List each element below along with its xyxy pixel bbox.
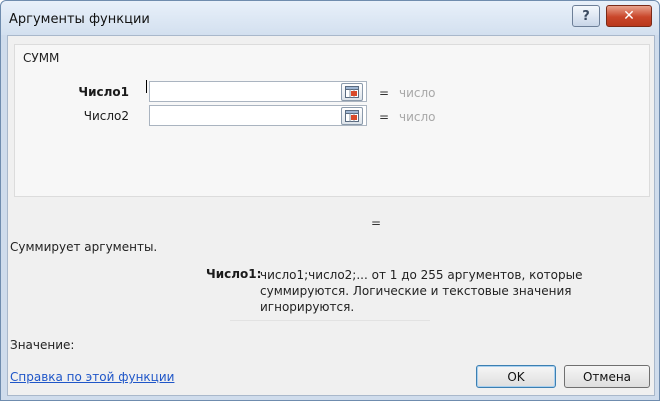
formula-result-equals: = [371, 216, 382, 230]
range-select-icon [345, 110, 359, 122]
function-description: Суммирует аргументы. [10, 240, 158, 254]
arg2-result-hint: число [399, 110, 436, 124]
divider [230, 320, 430, 321]
dialog-body: СУММ Число1 = число Число2 = число = Сум… [7, 35, 655, 396]
arg1-input[interactable] [149, 81, 367, 102]
question-icon: ? [582, 8, 590, 24]
arg2-input[interactable] [149, 105, 367, 126]
range-select-icon [345, 86, 359, 98]
arg1-label: Число1 [78, 85, 129, 99]
arguments-group: СУММ Число1 = число Число2 = число [14, 44, 650, 197]
value-label: Значение: [10, 338, 75, 352]
function-name: СУММ [23, 51, 60, 65]
arg1-range-button[interactable] [341, 83, 363, 101]
dialog-title: Аргументы функции [9, 12, 150, 27]
arg2-range-button[interactable] [341, 107, 363, 125]
close-button[interactable]: ✕ [606, 5, 652, 27]
function-arguments-dialog: Аргументы функции ? ✕ СУММ Число1 = числ… [0, 0, 660, 401]
text-caret [146, 80, 147, 93]
arg2-label: Число2 [83, 109, 129, 123]
help-button[interactable]: ? [572, 5, 600, 27]
arg1-equals: = [379, 86, 390, 100]
help-link[interactable]: Справка по этой функции [10, 370, 174, 384]
ok-button[interactable]: OK [476, 365, 556, 388]
arg-description-text: число1;число2;... от 1 до 255 аргументов… [260, 268, 583, 314]
cancel-button[interactable]: Отмена [564, 365, 650, 388]
arg2-equals: = [379, 110, 390, 124]
close-icon: ✕ [623, 8, 635, 24]
arg1-result-hint: число [399, 86, 436, 100]
title-bar[interactable]: Аргументы функции ? ✕ [1, 1, 659, 35]
arg-description-label: Число1: [206, 267, 262, 281]
